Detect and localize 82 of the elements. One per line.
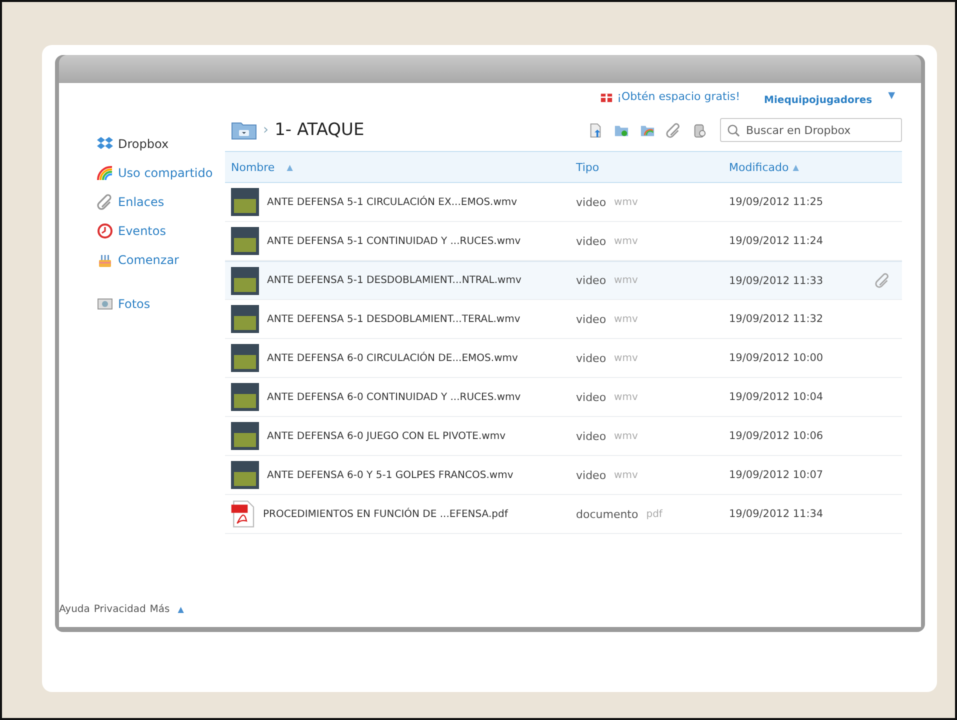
photo-icon [97,296,113,312]
modified-date: 19/09/2012 11:33 [729,274,824,286]
paperclip-icon[interactable] [875,273,890,288]
file-extension: wmv [614,470,638,480]
video-thumbnail [231,344,259,372]
paperclip-icon[interactable] [666,122,681,138]
file-type: video [576,390,606,404]
trash-icon[interactable] [692,122,707,138]
video-thumbnail [231,461,259,489]
file-type: video [576,430,606,442]
file-row[interactable]: ANTE DEFENSA 6-0 Y 5-1 GOLPES FRANCOS.wmv video wmv 19/09/2012 10:07 [225,456,902,495]
file-name: ANTE DEFENSA 5-1 CIRCULACIÓN EX...EMOS.wmv [267,196,518,208]
file-type: documento [576,508,638,520]
account-menu[interactable]: Miequipojugadores [764,94,872,106]
modified-date: 19/09/2012 10:04 [729,391,824,403]
upload-icon[interactable] [588,122,603,138]
file-row[interactable]: ANTE DEFENSA 5-1 DESDOBLAMIENT...TERAL.wmv video wmv 19/09/2012 11:32 [225,300,902,339]
file-name: ANTE DEFENSA 6-0 CONTINUIDAD Y ...RUCES.wmv [267,392,521,402]
caret-icon[interactable]: ▲ [178,605,184,614]
promo-link[interactable]: ¡Obtén espacio gratis! [617,90,740,102]
file-name: ANTE DEFENSA 5-1 CONTINUIDAD Y ...RUCES.wmv [267,236,521,246]
file-type: video [576,234,606,248]
modified-date: 19/09/2012 10:00 [729,352,824,364]
breadcrumb-separator: › [263,122,269,138]
file-extension: wmv [614,314,638,324]
file-type: video [576,196,606,208]
file-row[interactable]: ANTE DEFENSA 6-0 CONTINUIDAD Y ...RUCES.wmv video wmv 19/09/2012 10:04 [225,378,902,417]
modified-date: 19/09/2012 10:07 [729,469,824,481]
sidebar-item[interactable]: Comenzar [97,245,225,274]
modified-date: 19/09/2012 10:06 [729,430,824,442]
file-extension: wmv [614,236,638,246]
video-thumbnail [231,188,259,216]
file-type: video [576,274,606,287]
sidebar-item[interactable]: Enlaces [97,187,225,216]
sidebar-item[interactable]: Fotos [97,289,225,318]
file-name: ANTE DEFENSA 5-1 DESDOBLAMIENT...TERAL.wmv [267,314,520,324]
video-thumbnail [231,227,259,255]
folder-title: 1- ATAQUE [274,120,364,140]
file-row[interactable]: ANTE DEFENSA 6-0 CIRCULACIÓN DE...EMOS.wmv video wmv 19/09/2012 10:00 [225,339,902,378]
file-row[interactable]: PROCEDIMIENTOS EN FUNCIÓN DE ...EFENSA.pdf documento pdf 19/09/2012 11:34 [225,495,902,534]
file-extension: pdf [646,508,662,520]
footer-link[interactable]: Ayuda [59,604,90,615]
file-type: video [576,468,606,482]
file-extension: wmv [614,430,638,442]
footer-link[interactable]: Privacidad [94,604,146,615]
file-name: ANTE DEFENSA 6-0 CIRCULACIÓN DE...EMOS.wmv [267,352,518,364]
file-row[interactable]: ANTE DEFENSA 6-0 JUEGO CON EL PIVOTE.wmv video wmv 19/09/2012 10:06 [225,417,902,456]
column-header[interactable]: Nombre [231,160,275,174]
file-extension: wmv [614,196,638,208]
file-name: ANTE DEFENSA 5-1 DESDOBLAMIENT...NTRAL.wmv [267,275,522,286]
modified-date: 19/09/2012 11:24 [729,235,824,247]
file-name: PROCEDIMIENTOS EN FUNCIÓN DE ...EFENSA.pdf [263,508,508,520]
video-thumbnail [231,422,259,450]
video-thumbnail [231,266,259,294]
video-thumbnail [231,383,259,411]
file-row[interactable]: ANTE DEFENSA 5-1 DESDOBLAMIENT...NTRAL.wmv video wmv 19/09/2012 11:33 [225,261,902,300]
file-name: ANTE DEFENSA 6-0 Y 5-1 GOLPES FRANCOS.wmv [267,470,514,480]
modified-date: 19/09/2012 11:25 [729,196,824,208]
account-caret[interactable]: ▼ [888,91,895,101]
file-type: video [576,312,606,326]
column-header[interactable]: Tipo [576,160,600,174]
file-extension: wmv [614,352,638,364]
file-extension: wmv [614,392,638,402]
box-icon [97,136,113,152]
rainbow-icon [97,164,113,180]
pdf-icon [231,500,255,528]
file-type: video [576,352,606,364]
file-extension: wmv [614,275,638,286]
video-thumbnail [231,305,259,333]
clock-icon [97,222,113,238]
column-header[interactable]: Modificado [729,160,789,174]
search-field[interactable]: Buscar en Dropbox [720,118,902,142]
folder-icon[interactable] [231,120,257,140]
footer-link[interactable]: Más [150,604,170,615]
paperclip-icon [97,194,113,210]
sidebar-item[interactable]: Uso compartido [97,158,225,187]
sidebar-item[interactable]: Dropbox [97,129,225,158]
sidebar-item[interactable]: Eventos [97,216,225,245]
file-row[interactable]: ANTE DEFENSA 5-1 CIRCULACIÓN EX...EMOS.wmv video wmv 19/09/2012 11:25 [225,183,902,222]
file-name: ANTE DEFENSA 6-0 JUEGO CON EL PIVOTE.wmv [267,430,506,442]
modified-date: 19/09/2012 11:32 [729,313,824,325]
modified-date: 19/09/2012 11:34 [729,508,824,520]
